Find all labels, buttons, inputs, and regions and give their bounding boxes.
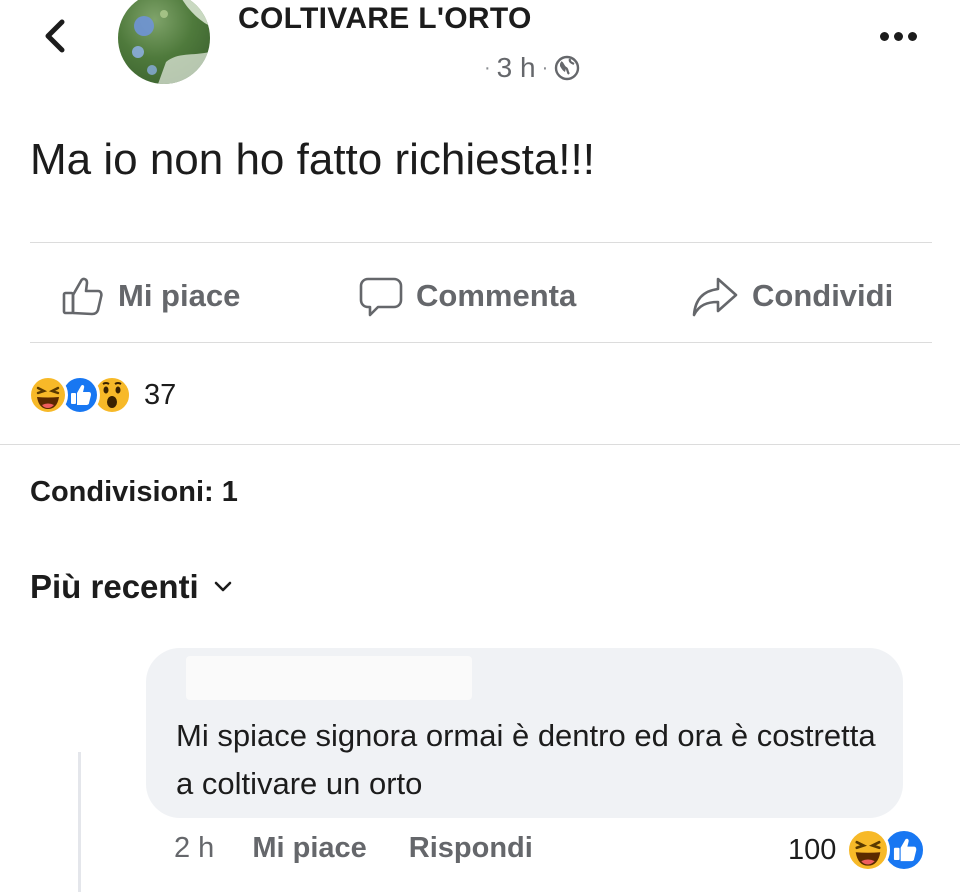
back-button[interactable] — [40, 14, 80, 58]
thumbs-up-icon — [62, 277, 103, 316]
chevron-down-icon — [214, 581, 232, 592]
like-button[interactable]: Mi piace — [60, 268, 240, 324]
comment-time[interactable]: 2 h — [174, 832, 214, 865]
more-options-button[interactable] — [880, 24, 924, 48]
comment-reaction-count: 100 — [788, 833, 837, 866]
haha-icon — [28, 375, 68, 415]
comment-actions: 2 h Mi piace Rispondi — [174, 832, 575, 865]
divider — [30, 242, 932, 243]
divider — [30, 342, 932, 343]
comment-label: Commenta — [416, 278, 577, 313]
page-title[interactable]: COLTIVARE L'ORTO — [238, 2, 532, 36]
comment-reply-button[interactable]: Rispondi — [409, 832, 533, 865]
comment-sort-dropdown[interactable]: Più recenti — [30, 568, 233, 606]
more-dots-icon — [880, 31, 889, 41]
page-avatar[interactable] — [118, 0, 210, 84]
haha-icon — [846, 828, 891, 872]
meta-separator: · — [484, 56, 491, 79]
share-button[interactable]: Condividi — [690, 268, 893, 324]
comment-like-button[interactable]: Mi piace — [252, 832, 366, 865]
post-meta: · 3 h · — [484, 52, 580, 84]
comment-reactions[interactable]: 100 — [788, 828, 927, 872]
commenter-name-redacted — [186, 656, 472, 700]
share-label: Condividi — [752, 278, 894, 313]
post-text: Ma io non ho fatto richiesta!!! — [30, 135, 595, 184]
divider — [0, 444, 960, 445]
reactions-count: 37 — [144, 378, 177, 411]
speech-bubble-icon — [359, 277, 403, 317]
thread-line — [78, 752, 81, 892]
sort-label: Più recenti — [30, 568, 199, 605]
shares-count[interactable]: Condivisioni: 1 — [30, 476, 238, 509]
like-label: Mi piace — [118, 278, 241, 313]
share-arrow-icon — [692, 277, 738, 317]
comment-text: Mi spiace signora ormai è dentro ed ora … — [176, 718, 876, 801]
meta-separator: · — [541, 56, 549, 79]
post-time[interactable]: 3 h — [497, 52, 536, 84]
comment-button[interactable]: Commenta — [358, 268, 576, 324]
globe-icon — [555, 55, 580, 81]
reactions-summary[interactable]: 37 — [28, 372, 176, 418]
chevron-left-icon — [45, 19, 65, 53]
borage-flower-image — [132, 0, 210, 84]
